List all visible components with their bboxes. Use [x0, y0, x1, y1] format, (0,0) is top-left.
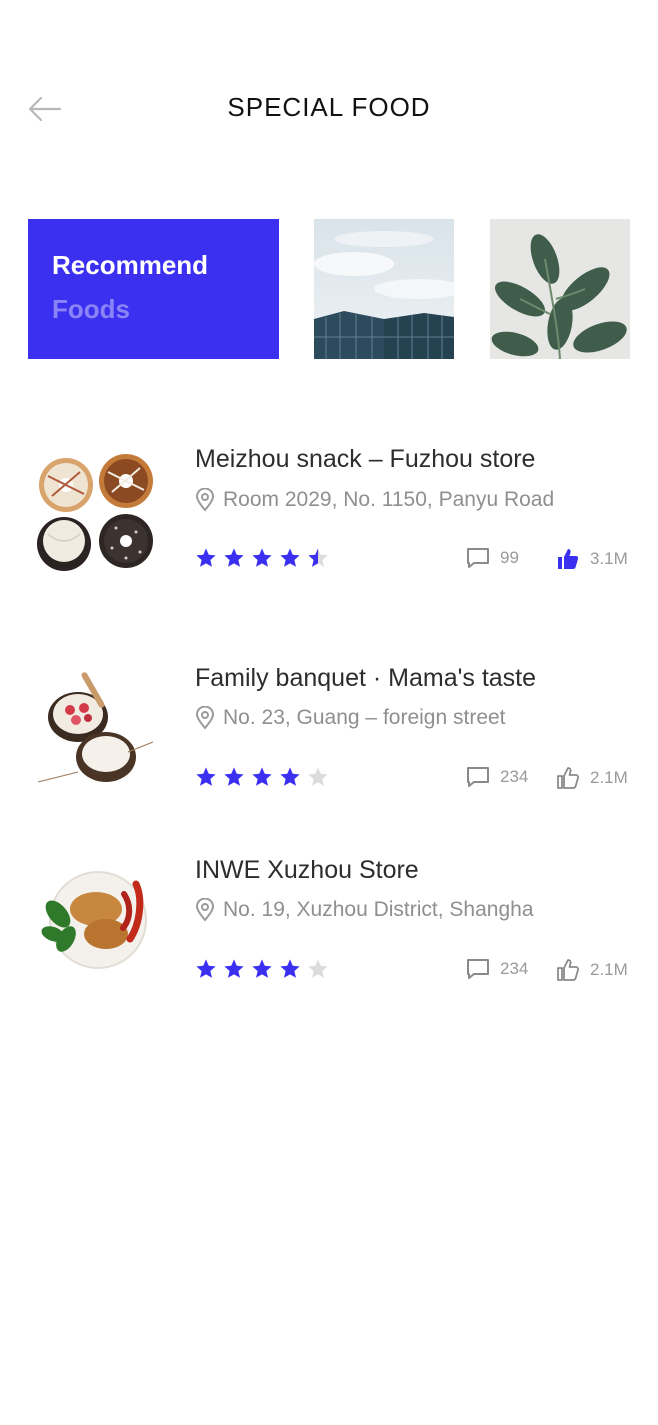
thumbs-up-outline-icon	[557, 959, 580, 981]
comment-count[interactable]: 99	[466, 547, 519, 569]
restaurant-address: Room 2029, No. 1150, Panyu Road	[195, 488, 554, 512]
comment-count-text: 234	[500, 767, 529, 786]
star-rating	[195, 958, 335, 980]
restaurant-item[interactable]: Meizhou snack – Fuzhou store Room 2029, …	[0, 440, 658, 580]
star-half-icon	[308, 548, 328, 567]
like-count-text: 3.1M	[590, 549, 628, 568]
foods-label: Foods	[52, 294, 130, 324]
location-pin-icon	[195, 706, 215, 730]
comment-icon	[467, 548, 489, 568]
star-filled-icon	[196, 959, 216, 978]
star-filled-icon	[280, 548, 300, 567]
star-filled-icon	[252, 767, 272, 786]
restaurant-address: No. 23, Guang – foreign street	[195, 706, 506, 730]
thumbs-up-filled-icon	[558, 549, 579, 569]
comment-count[interactable]: 234	[466, 766, 528, 788]
comment-count[interactable]: 234	[466, 958, 528, 980]
recommend-foods-card[interactable]: Recommend Foods	[28, 219, 279, 359]
star-filled-icon	[224, 548, 244, 567]
page-title: SPECIAL FOOD	[227, 92, 431, 122]
like-count[interactable]: 2.1M	[556, 958, 628, 982]
star-filled-icon	[252, 548, 272, 567]
location-pin-icon	[195, 898, 215, 922]
plant-thumbnail[interactable]	[490, 219, 630, 359]
star-filled-icon	[224, 767, 244, 786]
star-filled-icon	[196, 548, 216, 567]
star-filled-icon	[280, 959, 300, 978]
restaurant-name: Family banquet · Mama's taste	[195, 664, 537, 692]
star-filled-icon	[196, 767, 216, 786]
restaurant-name: INWE Xuzhou Store	[195, 856, 419, 884]
restaurant-item[interactable]: INWE Xuzhou Store No. 19, Xuzhou Distric…	[0, 852, 658, 992]
star-filled-icon	[252, 959, 272, 978]
location-pin-icon	[195, 488, 215, 512]
recommend-label: Recommend	[52, 250, 209, 280]
restaurant-item[interactable]: Family banquet · Mama's taste No. 23, Gu…	[0, 660, 658, 800]
star-empty-icon	[308, 767, 328, 786]
comment-count-text: 99	[500, 548, 519, 567]
restaurant-name: Meizhou snack – Fuzhou store	[195, 445, 536, 473]
donuts-image	[37, 454, 153, 571]
thumbs-up-outline-icon	[557, 767, 580, 789]
building-thumbnail[interactable]	[314, 219, 454, 359]
like-count[interactable]: 3.1M	[556, 547, 628, 571]
comment-icon	[467, 767, 489, 787]
star-rating	[195, 547, 335, 569]
comment-count-text: 234	[500, 959, 529, 978]
comment-icon	[467, 959, 489, 979]
fried-chicken-plate-image	[41, 871, 147, 969]
star-empty-icon	[308, 959, 328, 978]
restaurant-address: No. 19, Xuzhou District, Shangha	[195, 898, 534, 922]
address-text: No. 19, Xuzhou District, Shangha	[223, 898, 534, 921]
address-text: No. 23, Guang – foreign street	[223, 706, 506, 729]
like-count-text: 2.1M	[590, 960, 628, 979]
like-count-text: 2.1M	[590, 768, 628, 787]
star-rating	[195, 766, 335, 788]
star-filled-icon	[280, 767, 300, 786]
address-text: Room 2029, No. 1150, Panyu Road	[223, 488, 555, 511]
coconut-bowl-image	[37, 672, 154, 783]
like-count[interactable]: 2.1M	[556, 766, 628, 790]
star-filled-icon	[224, 959, 244, 978]
